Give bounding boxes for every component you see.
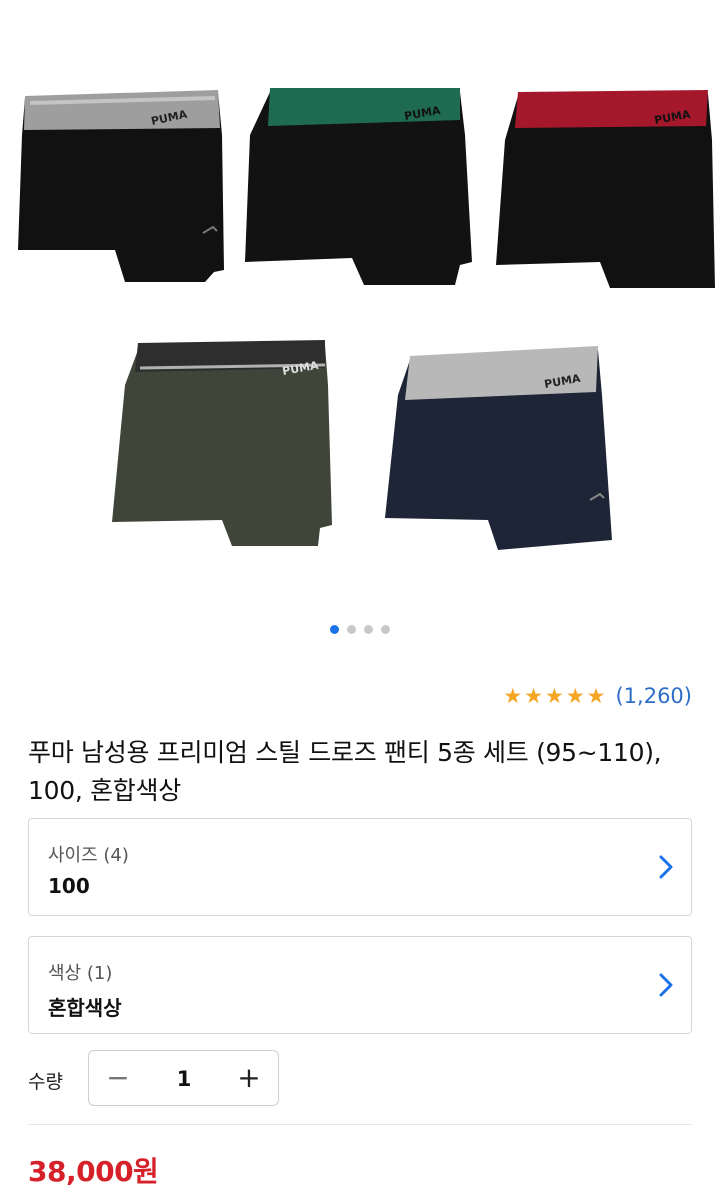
product-price: 38,000원: [28, 1155, 159, 1188]
star-icon: ★: [565, 683, 585, 708]
carousel-dot[interactable]: [364, 625, 373, 634]
trunk-olive-body: PUMA: [112, 340, 332, 546]
trunk-green-band: PUMA: [245, 88, 472, 285]
divider: [28, 1124, 692, 1125]
chevron-right-icon: [659, 973, 673, 997]
product-image-gallery[interactable]: PUMA PUMA PUMA PUMA PUMA: [0, 0, 720, 600]
trunk-silver-band: PUMA: [18, 90, 224, 282]
carousel-dot[interactable]: [330, 625, 339, 634]
size-option-label: 사이즈 (4): [48, 845, 129, 866]
quantity-stepper: − 1 +: [88, 1050, 279, 1106]
review-count-link[interactable]: (1,260): [615, 684, 692, 708]
trunk-navy-body: PUMA: [385, 346, 612, 550]
color-option-selector[interactable]: 색상 (1) 혼합색상: [28, 936, 692, 1034]
chevron-right-icon: [659, 855, 673, 879]
star-icon: ★: [586, 683, 606, 708]
carousel-dot[interactable]: [347, 625, 356, 634]
product-rating[interactable]: ★ ★ ★ ★ ★ (1,260): [503, 684, 692, 708]
star-icon: ★: [503, 683, 523, 708]
color-option-value: 혼합색상: [48, 996, 122, 1020]
carousel-indicator: [0, 625, 720, 634]
star-icon: ★: [545, 683, 564, 708]
star-icon: ★: [524, 683, 543, 708]
product-title: 푸마 남성용 프리미엄 스틸 드로즈 팬티 5종 세트 (95~110), 10…: [28, 738, 662, 805]
quantity-label: 수량: [28, 1071, 63, 1093]
product-image: PUMA PUMA PUMA PUMA PUMA: [18, 88, 715, 550]
decrease-quantity-button[interactable]: −: [99, 1059, 137, 1097]
trunk-red-band: PUMA: [496, 90, 715, 288]
size-option-value: 100: [48, 874, 90, 898]
carousel-dot[interactable]: [381, 625, 390, 634]
quantity-value[interactable]: 1: [159, 1061, 209, 1097]
increase-quantity-button[interactable]: +: [230, 1059, 268, 1097]
size-option-selector[interactable]: 사이즈 (4) 100: [28, 818, 692, 916]
color-option-label: 색상 (1): [48, 963, 113, 984]
